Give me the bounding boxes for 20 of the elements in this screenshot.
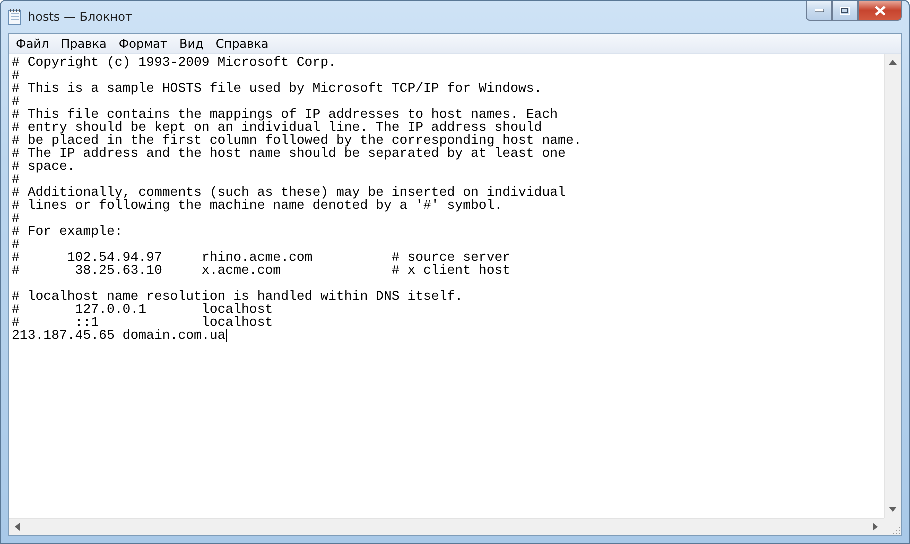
menu-item[interactable]: Правка — [55, 36, 113, 50]
close-button[interactable] — [858, 1, 902, 21]
resize-grip-icon[interactable] — [891, 525, 901, 535]
minimize-icon — [814, 9, 824, 12]
menu-item[interactable]: Вид — [174, 36, 210, 50]
menu-item[interactable]: Справка — [210, 36, 275, 50]
menu-item[interactable]: Файл — [10, 36, 56, 50]
text-editor[interactable]: # Copyright (c) 1993-2009 Microsoft Corp. # # This is a sample HOSTS file used by Microsoft TCP/IP for Windows. # # This file contains the mappings of IP addresses to host names. Each # entry should be kept on an individual line. The IP address should # be placed in the first column followed by the corresponding host name. # The IP address and the host name should be separated by at least one # space. # # Additionally, comments (such as these) may be inserted on individual # lines or following the machine name denoted by a '#' symbol. # # For example: # # 102.54.94.97 rhino.acme.com # source server # 38.25.63.10 x.acme.com # x client host # localhost name resolution is handled within DNS itself. # 127.0.0.1 localhost # ::1 localhost 213.187.45.65 domain.com.ua — [9, 54, 884, 518]
text-cursor — [226, 329, 227, 342]
maximize-icon — [840, 6, 850, 14]
window-title: hosts — Блокнот — [28, 10, 132, 24]
minimize-button[interactable] — [806, 1, 832, 21]
notepad-icon — [8, 9, 22, 25]
scroll-up-icon[interactable] — [889, 60, 897, 65]
close-icon — [874, 6, 886, 16]
maximize-button[interactable] — [832, 1, 858, 21]
menu-item[interactable]: Формат — [112, 36, 174, 50]
scroll-right-icon[interactable] — [873, 523, 878, 531]
scroll-left-icon[interactable] — [15, 523, 20, 531]
scroll-down-icon[interactable] — [889, 507, 897, 512]
